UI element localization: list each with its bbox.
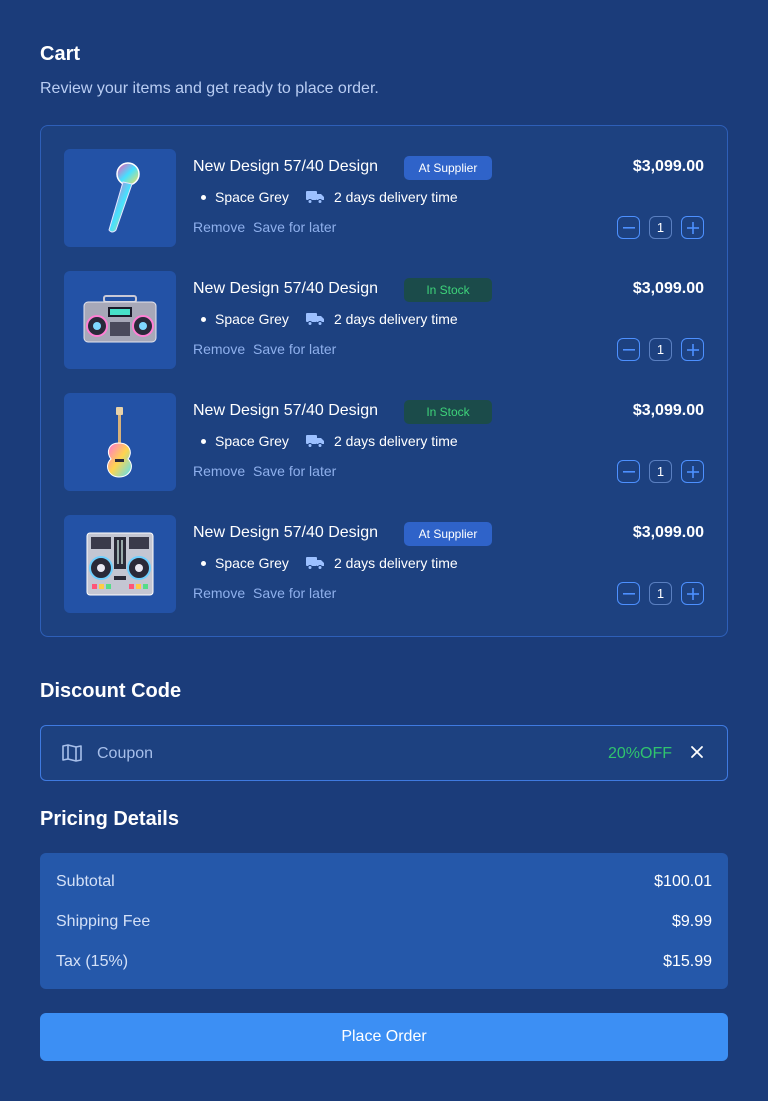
plus-icon (686, 465, 699, 478)
item-name[interactable]: New Design 57/40 Design (193, 280, 378, 298)
remove-link[interactable]: Remove (193, 219, 245, 235)
bullet-icon (201, 438, 206, 444)
close-icon[interactable] (689, 744, 705, 765)
pricing-details: Subtotal $100.01 Shipping Fee $9.99 Tax … (40, 853, 728, 989)
quantity-value[interactable]: 1 (649, 460, 672, 483)
decrease-button[interactable] (617, 460, 640, 483)
map-icon (62, 744, 82, 767)
remove-link[interactable]: Remove (193, 341, 245, 357)
item-actions: Remove Save for later (193, 219, 340, 235)
remove-link[interactable]: Remove (193, 585, 245, 601)
increase-button[interactable] (681, 460, 704, 483)
minus-icon (622, 226, 635, 229)
item-actions: Remove Save for later (193, 585, 340, 601)
item-variant: Space Grey (215, 189, 289, 205)
save-for-later-link[interactable]: Save for later (253, 341, 336, 357)
truck-icon (305, 556, 325, 570)
item-name[interactable]: New Design 57/40 Design (193, 524, 378, 542)
pricing-value: $15.99 (663, 953, 712, 970)
plus-icon (686, 221, 699, 234)
item-price: $3,099.00 (632, 158, 704, 175)
item-meta: Space Grey 2 days delivery time (201, 433, 458, 449)
pricing-row-subtotal: Subtotal $100.01 (56, 873, 712, 891)
save-for-later-link[interactable]: Save for later (253, 463, 336, 479)
delivery-time: 2 days delivery time (333, 189, 458, 205)
item-name[interactable]: New Design 57/40 Design (193, 402, 378, 420)
quantity-value[interactable]: 1 (649, 216, 672, 239)
product-image-microphone[interactable] (64, 149, 176, 247)
delivery-time: 2 days delivery time (333, 555, 458, 571)
coupon-label: Coupon (97, 745, 154, 762)
item-actions: Remove Save for later (193, 463, 340, 479)
product-image-dj-controller[interactable] (64, 515, 176, 613)
bullet-icon (201, 194, 206, 200)
cart-items-list: New Design 57/40 Design At Supplier Spac… (40, 125, 728, 637)
product-image-guitar[interactable] (64, 393, 176, 491)
status-badge: In Stock (404, 400, 492, 424)
item-meta: Space Grey 2 days delivery time (201, 189, 458, 205)
minus-icon (622, 592, 635, 595)
status-badge: At Supplier (404, 522, 492, 546)
quantity-value[interactable]: 1 (649, 338, 672, 361)
item-price: $3,099.00 (632, 280, 704, 297)
pricing-row-tax: Tax (15%) $15.99 (56, 953, 712, 971)
decrease-button[interactable] (617, 338, 640, 361)
item-variant: Space Grey (215, 555, 289, 571)
item-variant: Space Grey (215, 311, 289, 327)
status-badge: At Supplier (404, 156, 492, 180)
increase-button[interactable] (681, 338, 704, 361)
truck-icon (305, 434, 325, 448)
delivery-time: 2 days delivery time (333, 311, 458, 327)
pricing-value: $9.99 (671, 913, 712, 930)
remove-link[interactable]: Remove (193, 463, 245, 479)
increase-button[interactable] (681, 216, 704, 239)
minus-icon (622, 470, 635, 473)
cart-item: New Design 57/40 Design At Supplier Spac… (64, 149, 704, 247)
pricing-label: Subtotal (56, 873, 115, 890)
pricing-label: Tax (15%) (56, 953, 129, 970)
place-order-button[interactable]: Place Order (40, 1013, 728, 1061)
quantity-value[interactable]: 1 (649, 582, 672, 605)
pricing-value: $100.01 (654, 873, 712, 890)
plus-icon (686, 587, 699, 600)
quantity-stepper: 1 (617, 216, 704, 239)
cart-subtitle: Review your items and get ready to place… (40, 80, 379, 97)
pricing-label: Shipping Fee (56, 913, 151, 930)
status-badge: In Stock (404, 278, 492, 302)
product-image-boombox[interactable] (64, 271, 176, 369)
delivery-time: 2 days delivery time (333, 433, 458, 449)
discount-title: Discount Code (40, 680, 182, 702)
truck-icon (305, 190, 325, 204)
decrease-button[interactable] (617, 582, 640, 605)
item-actions: Remove Save for later (193, 341, 340, 357)
quantity-stepper: 1 (617, 460, 704, 483)
cart-title: Cart (40, 43, 81, 65)
truck-icon (305, 312, 325, 326)
item-variant: Space Grey (215, 433, 289, 449)
coupon-field[interactable]: Coupon 20%OFF (40, 725, 728, 781)
cart-item: New Design 57/40 Design In Stock Space G… (64, 271, 704, 369)
minus-icon (622, 348, 635, 351)
quantity-stepper: 1 (617, 338, 704, 361)
item-meta: Space Grey 2 days delivery time (201, 311, 458, 327)
bullet-icon (201, 316, 206, 322)
item-price: $3,099.00 (632, 524, 704, 541)
item-name[interactable]: New Design 57/40 Design (193, 158, 378, 176)
quantity-stepper: 1 (617, 582, 704, 605)
plus-icon (686, 343, 699, 356)
coupon-value: 20%OFF (607, 745, 672, 762)
pricing-row-shipping: Shipping Fee $9.99 (56, 913, 712, 931)
save-for-later-link[interactable]: Save for later (253, 585, 336, 601)
item-meta: Space Grey 2 days delivery time (201, 555, 458, 571)
cart-item: New Design 57/40 Design At Supplier Spac… (64, 515, 704, 613)
pricing-title: Pricing Details (40, 808, 179, 830)
bullet-icon (201, 560, 206, 566)
decrease-button[interactable] (617, 216, 640, 239)
save-for-later-link[interactable]: Save for later (253, 219, 336, 235)
item-price: $3,099.00 (632, 402, 704, 419)
cart-item: New Design 57/40 Design In Stock Space G… (64, 393, 704, 491)
increase-button[interactable] (681, 582, 704, 605)
